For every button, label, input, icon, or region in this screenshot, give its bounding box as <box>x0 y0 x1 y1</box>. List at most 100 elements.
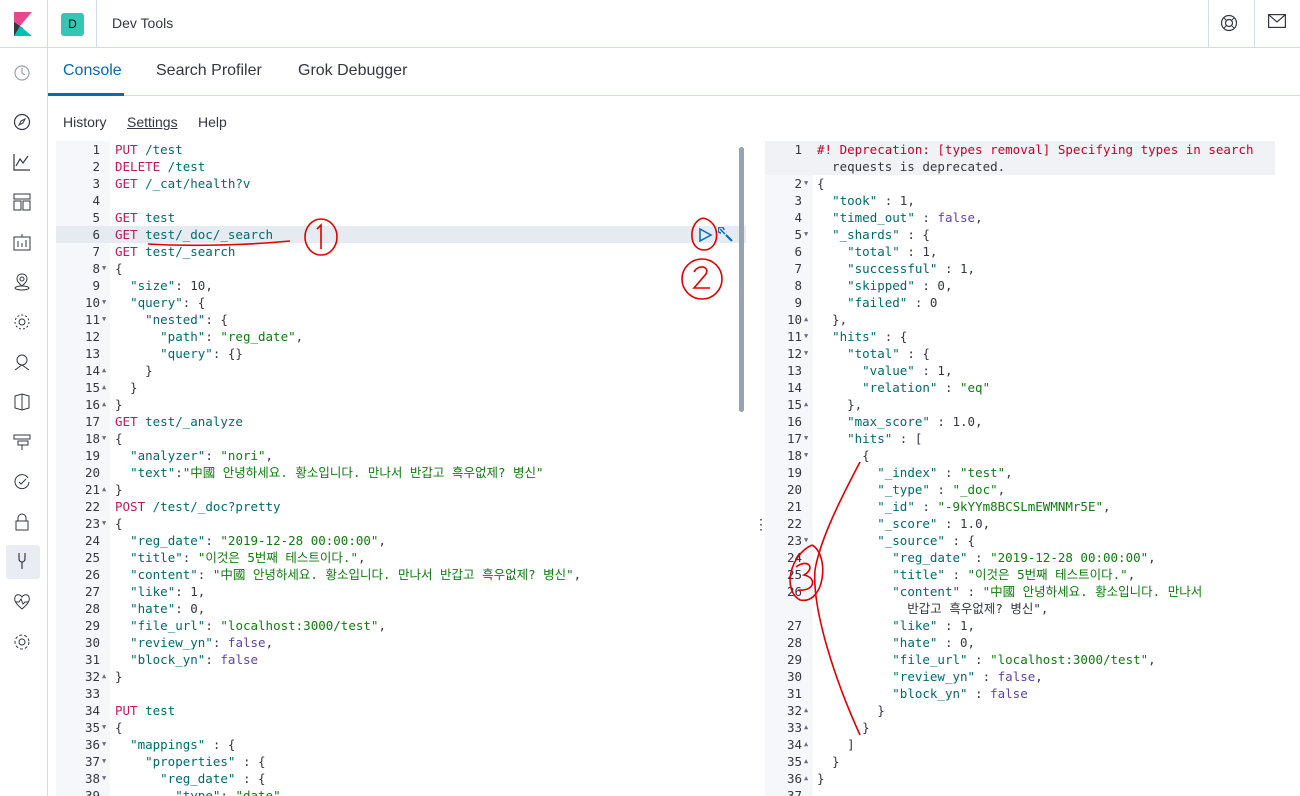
code-line[interactable]: 30 "review_yn": false, <box>56 634 746 651</box>
pane-resizer[interactable]: ⋮ <box>749 141 768 796</box>
code-line[interactable]: 38 ▼ "reg_date" : { <box>56 770 746 787</box>
code-line[interactable]: 25 "title": "이것은 5번째 테스트이다.", <box>56 549 746 566</box>
code-line[interactable]: 5 GET test <box>56 209 746 226</box>
fold-toggle-icon[interactable]: ▼ <box>102 294 106 311</box>
code-line: 1 #! Deprecation: [types removal] Specify… <box>765 141 1275 158</box>
visualize-icon[interactable] <box>13 153 33 173</box>
code-line[interactable]: 3 GET /_cat/health?v <box>56 175 746 192</box>
wrench-icon[interactable] <box>717 226 734 243</box>
fold-toggle-icon[interactable]: ▼ <box>804 532 808 549</box>
fold-toggle-icon[interactable]: ▲ <box>804 770 808 787</box>
space-avatar[interactable]: D <box>61 13 84 36</box>
tab-console[interactable]: Console <box>63 62 122 80</box>
fold-toggle-icon[interactable]: ▼ <box>102 753 106 770</box>
code-line[interactable]: 11 ▼ "nested": { <box>56 311 746 328</box>
code-line[interactable]: 14 ▲ } <box>56 362 746 379</box>
kibana-logo[interactable] <box>0 0 48 48</box>
code-line[interactable]: 23 ▼ { <box>56 515 746 532</box>
devtools-icon[interactable] <box>6 545 40 579</box>
code-line[interactable]: 32 ▲} <box>56 668 746 685</box>
code-line[interactable]: 29 "file_url": "localhost:3000/test", <box>56 617 746 634</box>
request-editor[interactable]: 1 PUT /test 2 DELETE /test 3 GET /_cat/health… <box>56 141 746 796</box>
code-line[interactable]: 28 "hate": 0, <box>56 600 746 617</box>
help-link[interactable]: Help <box>198 114 227 130</box>
apm-icon[interactable] <box>13 433 33 453</box>
editor-scrollbar[interactable] <box>739 147 744 412</box>
code-line[interactable]: 20 "text":"中國 안녕하세요. 황소입니다. 만나서 반갑고 흑우없제… <box>56 464 746 481</box>
fold-toggle-icon[interactable]: ▲ <box>804 311 808 328</box>
code-line[interactable]: 8 ▼ { <box>56 260 746 277</box>
monitoring-icon[interactable] <box>13 593 33 613</box>
management-icon[interactable] <box>13 633 33 653</box>
code-line[interactable]: 37 ▼ "properties" : { <box>56 753 746 770</box>
fold-toggle-icon[interactable]: ▼ <box>102 719 106 736</box>
fold-toggle-icon[interactable]: ▲ <box>804 702 808 719</box>
code-line[interactable]: 18 ▼ { <box>56 430 746 447</box>
metrics-icon[interactable] <box>13 353 33 373</box>
fold-toggle-icon[interactable]: ▼ <box>102 311 106 328</box>
maps-icon[interactable] <box>13 273 33 293</box>
dashboard-icon[interactable] <box>13 193 33 213</box>
help-icon[interactable] <box>1220 14 1240 34</box>
fold-toggle-icon[interactable]: ▲ <box>102 379 106 396</box>
tab-grok-debugger[interactable]: Grok Debugger <box>298 62 407 80</box>
code-line[interactable]: 16 ▲} <box>56 396 746 413</box>
fold-toggle-icon[interactable]: ▼ <box>102 515 106 532</box>
code-line[interactable]: 6 GET test/_doc/_search <box>56 226 746 243</box>
compass-icon[interactable] <box>13 113 33 133</box>
code-line[interactable]: 1 PUT /test <box>56 141 746 158</box>
code-line[interactable]: 31 "block_yn": false <box>56 651 746 668</box>
history-link[interactable]: History <box>63 114 107 130</box>
fold-toggle-icon[interactable]: ▲ <box>102 481 106 498</box>
logs-icon[interactable] <box>13 393 33 413</box>
canvas-icon[interactable] <box>13 233 33 253</box>
fold-toggle-icon[interactable]: ▼ <box>102 736 106 753</box>
fold-toggle-icon[interactable]: ▼ <box>804 175 808 192</box>
fold-toggle-icon[interactable]: ▲ <box>804 719 808 736</box>
security-icon[interactable] <box>13 513 33 533</box>
code-line[interactable]: 22 POST /test/_doc?pretty <box>56 498 746 515</box>
code-line[interactable]: 4 <box>56 192 746 209</box>
code-line[interactable]: 36 ▼ "mappings" : { <box>56 736 746 753</box>
tab-search-profiler[interactable]: Search Profiler <box>156 62 262 80</box>
mail-icon[interactable] <box>1268 14 1288 34</box>
code-line[interactable]: 12 "path": "reg_date", <box>56 328 746 345</box>
code-line[interactable]: 34 PUT test <box>56 702 746 719</box>
fold-toggle-icon[interactable]: ▼ <box>804 430 808 447</box>
ml-icon[interactable] <box>13 313 33 333</box>
fold-toggle-icon[interactable]: ▼ <box>804 328 808 345</box>
fold-toggle-icon[interactable]: ▲ <box>804 753 808 770</box>
fold-toggle-icon[interactable]: ▲ <box>102 362 106 379</box>
fold-toggle-icon[interactable]: ▼ <box>804 447 808 464</box>
settings-link[interactable]: Settings <box>127 114 178 130</box>
code-line[interactable]: 9 "size": 10, <box>56 277 746 294</box>
fold-toggle-icon[interactable]: ▼ <box>102 770 106 787</box>
code-line[interactable]: 15 ▲ } <box>56 379 746 396</box>
code-line[interactable]: 33 <box>56 685 746 702</box>
code-line[interactable]: 27 "like": 1, <box>56 583 746 600</box>
code-line[interactable]: 39 "type": "date" <box>56 787 746 796</box>
code-line[interactable]: 17 GET test/_analyze <box>56 413 746 430</box>
fold-toggle-icon[interactable]: ▼ <box>804 226 808 243</box>
code-line[interactable]: 35 ▼ { <box>56 719 746 736</box>
fold-toggle-icon[interactable]: ▼ <box>804 345 808 362</box>
fold-toggle-icon[interactable]: ▼ <box>102 260 106 277</box>
line-number: 8 <box>794 278 802 293</box>
code-line[interactable]: 10 ▼ "query": { <box>56 294 746 311</box>
play-icon[interactable] <box>697 227 713 243</box>
fold-toggle-icon[interactable]: ▲ <box>804 396 808 413</box>
fold-toggle-icon[interactable]: ▲ <box>804 736 808 753</box>
code-line[interactable]: 24 "reg_date": "2019-12-28 00:00:00", <box>56 532 746 549</box>
code-line[interactable]: 13 "query": {} <box>56 345 746 362</box>
code-line[interactable]: 21 ▲} <box>56 481 746 498</box>
code-line[interactable]: 2 DELETE /test <box>56 158 746 175</box>
uptime-icon[interactable] <box>13 473 33 493</box>
fold-toggle-icon[interactable]: ▲ <box>102 396 106 413</box>
fold-toggle-icon[interactable]: ▲ <box>102 668 106 685</box>
code-line[interactable]: 19 "analyzer": "nori", <box>56 447 746 464</box>
code-line[interactable]: 26 "content": "中國 안녕하세요. 황소입니다. 만나서 반갑고 … <box>56 566 746 583</box>
clock-icon[interactable] <box>13 64 33 84</box>
code-line[interactable]: 7 GET test/_search <box>56 243 746 260</box>
fold-toggle-icon[interactable]: ▼ <box>102 430 106 447</box>
code-line: 20 "_type" : "_doc", <box>765 481 1275 498</box>
